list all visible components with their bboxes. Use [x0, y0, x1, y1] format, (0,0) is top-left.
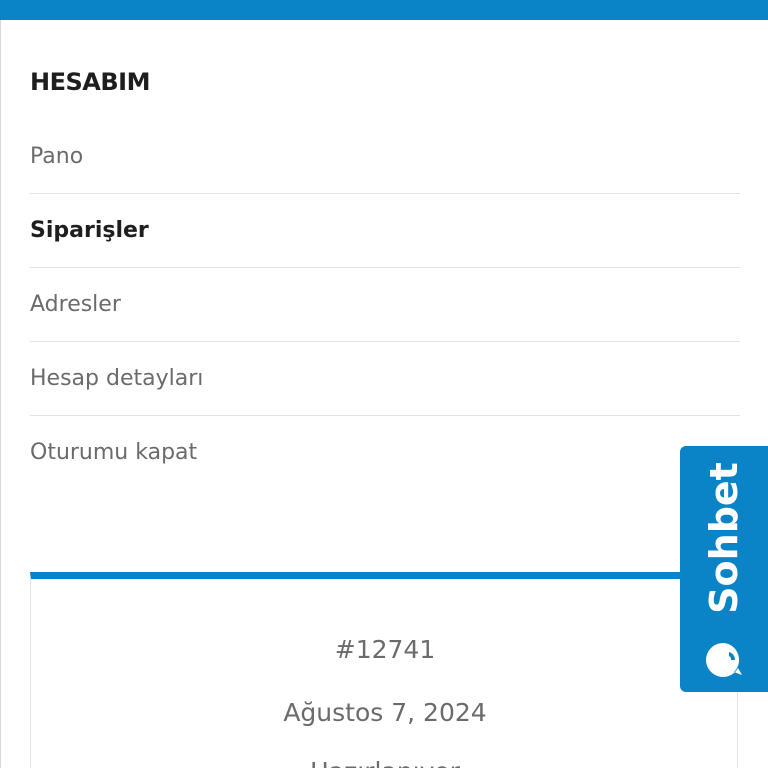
order-date: Ağustos 7, 2024 [283, 698, 487, 727]
order-status: Hazırlanıyor [31, 757, 739, 768]
top-accent-bar [0, 0, 768, 20]
order-number: #12741 [334, 635, 436, 664]
chat-label: Sohbet [702, 462, 746, 614]
menu-item-addresses[interactable]: Adresler [30, 268, 740, 342]
menu-item-dashboard[interactable]: Pano [30, 120, 740, 194]
menu-item-account-details[interactable]: Hesap detayları [30, 342, 740, 416]
menu-item-logout[interactable]: Oturumu kapat [30, 416, 740, 489]
account-page: HESABIM Pano Siparişler Adresler Hesap d… [0, 0, 768, 768]
account-menu: Pano Siparişler Adresler Hesap detayları… [30, 120, 740, 489]
menu-item-orders[interactable]: Siparişler [30, 194, 740, 268]
chat-bubble-icon [706, 642, 742, 677]
order-card[interactable]: #12741 Ağustos 7, 2024 Hazırlanıyor [30, 572, 738, 768]
page-title: HESABIM [30, 68, 150, 96]
left-border [0, 20, 1, 768]
chat-button[interactable]: Sohbet [680, 446, 768, 692]
